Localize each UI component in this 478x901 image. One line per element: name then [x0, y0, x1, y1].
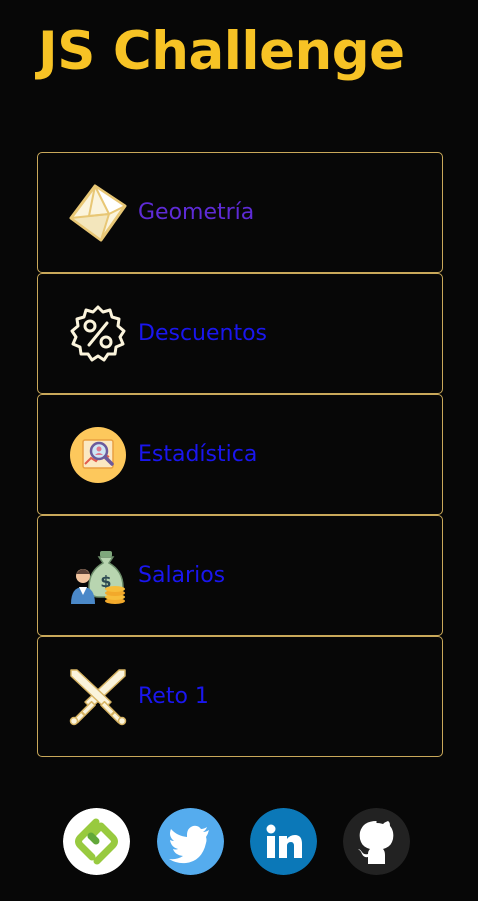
menu-item-label: Geometría: [138, 200, 255, 225]
discount-icon: [69, 305, 127, 363]
menu-item-label: Reto 1: [138, 684, 209, 709]
linkedin-icon: [250, 808, 317, 875]
github-icon: [343, 808, 410, 875]
github-link[interactable]: [343, 808, 410, 875]
menu-item-geometria[interactable]: Geometría: [37, 152, 443, 273]
salary-icon: $: [69, 547, 127, 605]
menu-item-label: Estadística: [138, 442, 258, 467]
menu-item-descuentos[interactable]: Descuentos: [37, 273, 443, 394]
menu-item-reto-1[interactable]: Reto 1: [37, 636, 443, 757]
menu-item-estadistica[interactable]: Estadística: [37, 394, 443, 515]
menu-item-salarios[interactable]: $ Salarios: [37, 515, 443, 636]
platzi-icon: [63, 808, 130, 875]
geometry-icon: [69, 184, 127, 242]
menu-item-label: Descuentos: [138, 321, 268, 346]
crossed-swords-icon: [69, 668, 127, 726]
page-title: JS Challenge: [38, 21, 405, 82]
linkedin-link[interactable]: [250, 808, 317, 875]
social-links: [0, 808, 478, 876]
menu-item-label: Salarios: [138, 563, 226, 588]
twitter-icon: [157, 808, 224, 875]
twitter-link[interactable]: [157, 808, 224, 875]
platzi-link[interactable]: [63, 808, 130, 875]
challenge-menu: Geometría Descuentos Estadística $ Salar…: [37, 152, 443, 757]
statistics-icon: [69, 426, 127, 484]
